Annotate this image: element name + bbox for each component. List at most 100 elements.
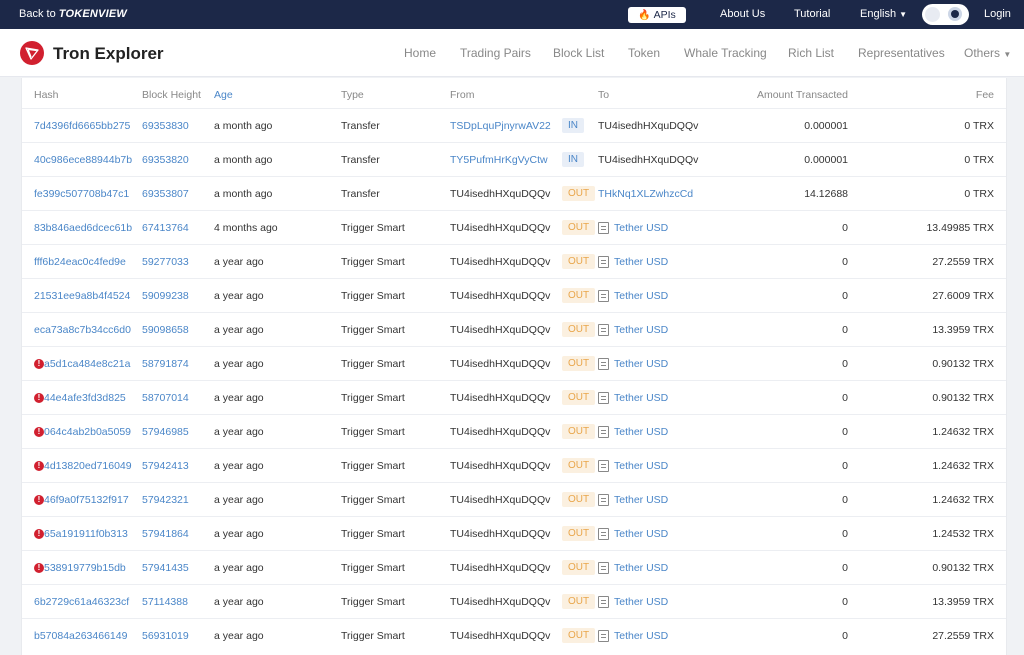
tx-type: Trigger Smart: [341, 324, 405, 336]
from-address[interactable]: TY5PufmHrKgVyCtw: [450, 154, 558, 166]
tutorial-link[interactable]: Tutorial: [794, 8, 830, 20]
brand-title[interactable]: Tron Explorer: [53, 44, 164, 64]
block-height-link[interactable]: 57942321: [142, 494, 212, 506]
tx-age: a year ago: [214, 324, 264, 336]
direction-badge: IN: [562, 118, 584, 133]
tx-hash-link[interactable]: a5d1ca484e8c21a: [44, 358, 142, 370]
tx-type: Transfer: [341, 120, 380, 132]
direction-badge: OUT: [562, 628, 596, 643]
tx-hash-link[interactable]: fe399c507708b47c1: [34, 188, 142, 200]
tx-type: Trigger Smart: [341, 426, 405, 438]
direction-badge: OUT: [562, 560, 596, 575]
to-address[interactable]: Tether USD: [614, 426, 724, 438]
block-height-link[interactable]: 59277033: [142, 256, 212, 268]
block-height-link[interactable]: 58791874: [142, 358, 212, 370]
tx-age: a year ago: [214, 528, 264, 540]
amount-transacted: 0: [842, 494, 848, 506]
to-address[interactable]: THkNq1XLZwhzcCd: [598, 188, 708, 200]
amount-transacted: 0: [842, 596, 848, 608]
col-type: Type: [341, 89, 364, 101]
tx-hash-link[interactable]: 4d13820ed716049: [44, 460, 142, 472]
to-address[interactable]: Tether USD: [614, 290, 724, 302]
tx-hash-link[interactable]: 6b2729c61a46323cf: [34, 596, 142, 608]
toggle-knob: [925, 7, 940, 22]
block-height-link[interactable]: 57941864: [142, 528, 212, 540]
to-address[interactable]: Tether USD: [614, 494, 724, 506]
tx-fee: 0 TRX: [964, 120, 994, 132]
block-height-link[interactable]: 69353830: [142, 120, 212, 132]
to-address[interactable]: Tether USD: [614, 256, 724, 268]
block-height-link[interactable]: 59098658: [142, 324, 212, 336]
tx-fee: 0.90132 TRX: [932, 562, 994, 574]
amount-transacted: 0: [842, 460, 848, 472]
to-address[interactable]: Tether USD: [614, 528, 724, 540]
from-address[interactable]: TSDpLquPjnyrwAV22: [450, 120, 558, 132]
tron-logo-icon[interactable]: [20, 41, 44, 65]
block-height-link[interactable]: 57114388: [142, 596, 212, 608]
block-height-link[interactable]: 57941435: [142, 562, 212, 574]
tx-hash-link[interactable]: 44e4afe3fd3d825: [44, 392, 142, 404]
block-height-link[interactable]: 67413764: [142, 222, 212, 234]
tx-hash-link[interactable]: fff6b24eac0c4fed9e: [34, 256, 142, 268]
to-address[interactable]: Tether USD: [614, 222, 724, 234]
flame-icon: 🔥: [638, 10, 651, 21]
about-us-link[interactable]: About Us: [720, 8, 765, 20]
tx-hash-link[interactable]: 83b846aed6dcec61b: [34, 222, 142, 234]
tx-hash-link[interactable]: 40c986ece88944b7b: [34, 154, 142, 166]
apis-button[interactable]: 🔥 APIs: [628, 7, 686, 23]
tx-hash-link[interactable]: eca73a8c7b34cc6d0: [34, 324, 142, 336]
nav-token[interactable]: Token: [628, 46, 660, 60]
nav-trading-pairs[interactable]: Trading Pairs: [460, 46, 531, 60]
nav-home[interactable]: Home: [404, 46, 436, 60]
tx-hash-link[interactable]: 7d4396fd6665bb275: [34, 120, 142, 132]
from-address: TU4isedhHXquDQQv: [450, 630, 551, 642]
tx-fee: 13.3959 TRX: [932, 324, 994, 336]
language-select[interactable]: English ▼: [860, 8, 907, 20]
nav-rich-list[interactable]: Rich List: [788, 46, 834, 60]
table-row: 40c986ece88944b7b 69353820 a month ago Tran…: [22, 142, 1006, 176]
tx-hash-link[interactable]: 65a191911f0b313: [44, 528, 142, 540]
tx-hash-link[interactable]: b57084a263466149: [34, 630, 142, 642]
tx-hash-link[interactable]: 538919779b15db: [44, 562, 142, 574]
error-icon: !: [34, 529, 44, 539]
to-address[interactable]: Tether USD: [614, 630, 724, 642]
direction-badge: OUT: [562, 322, 596, 337]
block-height-link[interactable]: 59099238: [142, 290, 212, 302]
nav-others-label: Others: [964, 46, 1001, 60]
to-address[interactable]: Tether USD: [614, 392, 724, 404]
nav-whale-tracking[interactable]: Whale Tracking: [684, 46, 767, 60]
tx-age: a year ago: [214, 358, 264, 370]
tx-age: a year ago: [214, 630, 264, 642]
block-height-link[interactable]: 69353820: [142, 154, 212, 166]
table-row: ! 44e4afe3fd3d825 58707014 a year ago Trigge…: [22, 380, 1006, 414]
back-to-tokenview-link[interactable]: Back to TOKENVIEW: [19, 8, 127, 20]
tx-hash-link[interactable]: 21531ee9a8b4f4524: [34, 290, 142, 302]
from-address: TU4isedhHXquDQQv: [450, 528, 551, 540]
login-link[interactable]: Login: [984, 8, 1011, 20]
theme-toggle[interactable]: [922, 4, 969, 25]
tx-type: Trigger Smart: [341, 460, 405, 472]
block-height-link[interactable]: 58707014: [142, 392, 212, 404]
table-row: 7d4396fd6665bb275 69353830 a month ago Tran…: [22, 108, 1006, 142]
back-prefix: Back to: [19, 8, 56, 20]
block-height-link[interactable]: 69353807: [142, 188, 212, 200]
nav-block-list[interactable]: Block List: [553, 46, 604, 60]
block-height-link[interactable]: 57942413: [142, 460, 212, 472]
to-address[interactable]: Tether USD: [614, 596, 724, 608]
tx-age: a year ago: [214, 426, 264, 438]
block-height-link[interactable]: 56931019: [142, 630, 212, 642]
to-address[interactable]: Tether USD: [614, 324, 724, 336]
sun-icon: [948, 7, 962, 21]
col-age[interactable]: Age: [214, 89, 324, 101]
to-address[interactable]: Tether USD: [614, 562, 724, 574]
nav-others[interactable]: Others ▼: [964, 46, 1011, 60]
tx-fee: 13.49985 TRX: [926, 222, 994, 234]
block-height-link[interactable]: 57946985: [142, 426, 212, 438]
to-address[interactable]: Tether USD: [614, 460, 724, 472]
error-icon: !: [34, 563, 44, 573]
nav-representatives[interactable]: Representatives: [858, 46, 945, 60]
tx-hash-link[interactable]: 064c4ab2b0a5059: [44, 426, 142, 438]
tx-hash-link[interactable]: 46f9a0f75132f917: [44, 494, 142, 506]
amount-transacted: 14.12688: [804, 188, 848, 200]
to-address[interactable]: Tether USD: [614, 358, 724, 370]
